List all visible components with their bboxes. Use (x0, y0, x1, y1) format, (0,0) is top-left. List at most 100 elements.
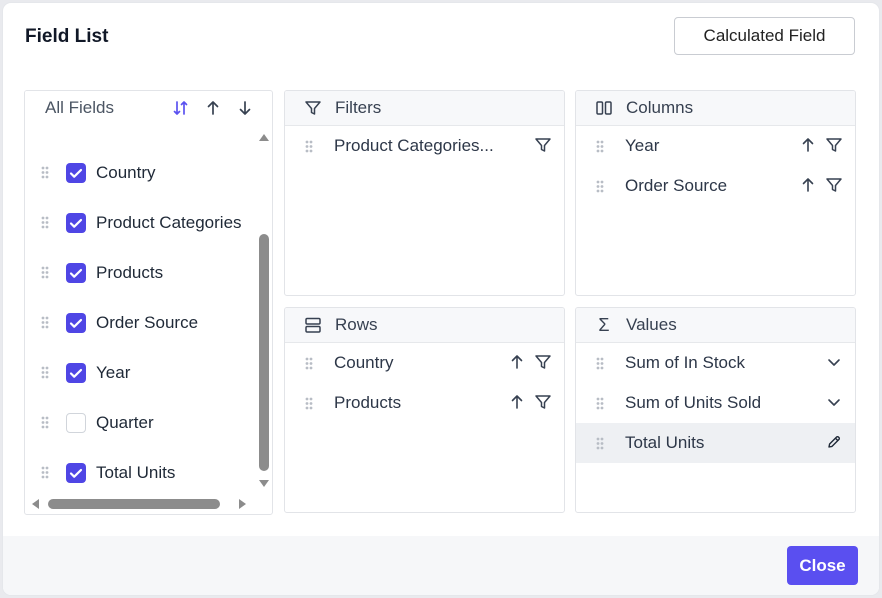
dialog-footer (3, 536, 879, 595)
drag-handle-icon[interactable] (596, 357, 604, 370)
vertical-scrollbar[interactable] (257, 131, 271, 493)
filters-header: Filters (285, 91, 564, 126)
field-label: Sum of Units Sold (625, 393, 762, 412)
field-list-dialog: Field List Calculated Field Country Prod… (3, 3, 879, 595)
all-fields-panel: Country Product Categories Products Orde… (24, 90, 273, 515)
item-actions (825, 353, 843, 371)
item-actions (534, 136, 552, 154)
list-item[interactable]: Order Source (576, 166, 855, 206)
drag-handle-icon[interactable] (41, 366, 49, 379)
chevron-down-icon[interactable] (825, 353, 843, 371)
drag-handle-icon[interactable] (41, 466, 49, 479)
sort-toggle-icon[interactable] (171, 99, 191, 117)
sort-ascending-icon[interactable] (799, 136, 817, 154)
drag-handle-icon[interactable] (305, 357, 313, 370)
checkbox-checked[interactable] (66, 463, 86, 483)
field-label: Products (96, 263, 164, 282)
drag-handle-icon[interactable] (596, 397, 604, 410)
list-item[interactable]: Country (25, 148, 257, 198)
horizontal-scroll-thumb[interactable] (48, 499, 220, 509)
sort-ascending-icon[interactable] (508, 393, 526, 411)
list-item[interactable]: Sum of In Stock (576, 343, 855, 383)
scroll-left-icon[interactable] (29, 497, 41, 511)
drag-handle-icon[interactable] (41, 266, 49, 279)
scroll-right-icon[interactable] (237, 497, 249, 511)
sort-descending-icon[interactable] (235, 99, 255, 117)
field-label: Year (96, 363, 131, 382)
drag-handle-icon[interactable] (41, 416, 49, 429)
field-label: Sum of In Stock (625, 353, 745, 372)
close-button[interactable]: Close (787, 546, 858, 585)
columns-icon (594, 98, 614, 118)
rows-header: Rows (285, 308, 564, 343)
filters-panel: Filters Product Categories... (284, 90, 565, 296)
field-label: Country (334, 353, 394, 372)
calculated-field-button[interactable]: Calculated Field (674, 17, 855, 55)
filter-icon[interactable] (534, 393, 552, 411)
scroll-down-icon[interactable] (257, 478, 271, 490)
vertical-scroll-thumb[interactable] (259, 234, 269, 471)
drag-handle-icon[interactable] (305, 140, 313, 153)
checkbox-checked[interactable] (66, 313, 86, 333)
drag-handle-icon[interactable] (41, 166, 49, 179)
list-item[interactable]: Quarter (25, 398, 257, 448)
sort-ascending-icon[interactable] (508, 353, 526, 371)
field-label: Order Source (96, 313, 199, 332)
columns-panel: Columns Year Order Source (575, 90, 856, 296)
list-item[interactable]: Country (285, 343, 564, 383)
field-label: Total Units (96, 463, 176, 482)
field-label: Product Categories... (334, 136, 494, 155)
drag-handle-icon[interactable] (41, 216, 49, 229)
filter-icon[interactable] (534, 353, 552, 371)
list-item[interactable]: Total Units (25, 448, 257, 486)
drag-handle-icon[interactable] (41, 316, 49, 329)
chevron-down-icon[interactable] (825, 393, 843, 411)
checkbox-checked[interactable] (66, 163, 86, 183)
list-item[interactable]: Sum of Units Sold (576, 383, 855, 423)
checkbox-checked[interactable] (66, 363, 86, 383)
sigma-icon: Σ (598, 314, 610, 335)
drag-handle-icon[interactable] (305, 397, 313, 410)
field-label: Total Units (625, 433, 705, 452)
field-label: Country (96, 163, 156, 182)
dialog-title: Field List (25, 26, 109, 47)
filter-icon[interactable] (825, 136, 843, 154)
pencil-icon[interactable] (825, 433, 843, 451)
field-label: Product Categories (96, 213, 242, 232)
sort-tools (171, 99, 255, 117)
item-actions (799, 176, 843, 194)
list-item[interactable]: Product Categories... (285, 126, 564, 166)
item-actions (825, 393, 843, 411)
drag-handle-icon[interactable] (596, 180, 604, 193)
checkbox-checked[interactable] (66, 213, 86, 233)
item-actions (799, 136, 843, 154)
item-actions (508, 353, 552, 371)
values-header: Σ Values (576, 308, 855, 343)
filter-icon[interactable] (534, 136, 552, 154)
list-item-selected[interactable]: Total Units (576, 423, 855, 463)
list-item[interactable]: Product Categories (25, 198, 257, 248)
field-label: Year (625, 136, 660, 155)
list-item[interactable]: Order Source (25, 298, 257, 348)
rows-panel: Rows Country Products (284, 307, 565, 513)
filters-title: Filters (335, 98, 382, 117)
scroll-up-icon[interactable] (257, 131, 271, 143)
field-label: Order Source (625, 176, 728, 195)
list-item[interactable]: Year (576, 126, 855, 166)
values-panel: Σ Values Sum of In Stock Sum of Units So… (575, 307, 856, 513)
checkbox-unchecked[interactable] (66, 413, 86, 433)
list-item[interactable]: Products (25, 248, 257, 298)
sort-ascending-icon[interactable] (203, 99, 223, 117)
filter-icon[interactable] (825, 176, 843, 194)
drag-handle-icon[interactable] (596, 437, 604, 450)
list-item[interactable]: Products (285, 383, 564, 423)
values-title: Values (626, 315, 677, 334)
all-fields-list: Country Product Categories Products Orde… (25, 91, 257, 486)
all-fields-header: All Fields (25, 91, 257, 125)
drag-handle-icon[interactable] (596, 140, 604, 153)
sort-ascending-icon[interactable] (799, 176, 817, 194)
list-item[interactable]: Year (25, 348, 257, 398)
rows-title: Rows (335, 315, 378, 334)
columns-header: Columns (576, 91, 855, 126)
checkbox-checked[interactable] (66, 263, 86, 283)
